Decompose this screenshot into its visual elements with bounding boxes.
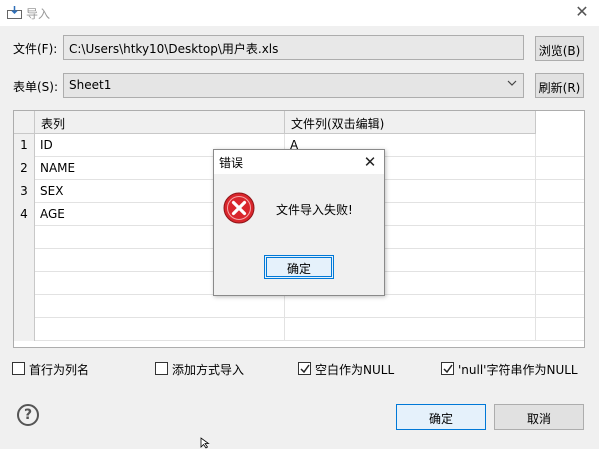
empty-row [14,295,584,318]
checkbox-box[interactable] [441,362,454,375]
window-close-button[interactable]: ✕ [571,1,593,23]
mouse-cursor-icon [200,437,210,449]
error-dialog-titlebar: 错误 [214,150,384,174]
error-icon [223,192,255,224]
sheet-selected-value: Sheet1 [69,78,112,92]
file-label: 文件(F): [13,42,58,56]
help-icon[interactable]: ? [17,404,39,426]
header-corner [14,111,35,134]
error-dialog-title: 错误 [219,156,244,170]
row-number: 1 [14,134,35,157]
row-number: 4 [14,203,35,226]
row-number: 2 [14,157,35,180]
row-number: 3 [14,180,35,203]
title-bar: 导入 ✕ [0,0,599,26]
error-ok-button[interactable]: 确定 [264,255,334,279]
error-dialog: 错误 ✕ 文件导入失败! 确定 [213,149,385,296]
file-path-field[interactable]: C:\Users\htky10\Desktop\用户表.xls [63,35,524,60]
window-title: 导入 [26,7,51,21]
close-icon: ✕ [575,2,589,21]
import-icon [7,6,22,19]
ok-button[interactable]: 确定 [396,404,486,430]
checkmark-icon [300,364,310,374]
error-dialog-close-button[interactable]: ✕ [360,152,380,172]
checkbox-box[interactable] [298,362,311,375]
sheet-select[interactable]: Sheet1 [63,73,524,98]
checkbox-label: 空白作为NULL [315,363,395,377]
sheet-label: 表单(S): [13,80,59,94]
checkbox-label: 'null'字符串作为NULL [458,363,578,377]
error-message: 文件导入失败! [276,203,353,217]
header-file-column[interactable]: 文件列(双击编辑) [285,111,536,134]
empty-row [14,318,584,341]
chevron-down-icon [507,80,517,86]
table-header: 表列 文件列(双击编辑) [14,111,536,134]
refresh-button[interactable]: 刷新(R) [535,73,584,98]
checkbox-label: 首行为列名 [29,363,90,377]
checkmark-icon [443,364,453,374]
error-dialog-body: 文件导入失败! 确定 [214,174,384,295]
close-icon: ✕ [363,153,377,171]
cancel-button[interactable]: 取消 [494,404,584,430]
browse-button[interactable]: 浏览(B) [535,36,584,61]
checkbox-label: 添加方式导入 [172,363,245,377]
checkbox-box[interactable] [12,362,25,375]
header-table-column[interactable]: 表列 [35,111,285,134]
checkbox-box[interactable] [155,362,168,375]
